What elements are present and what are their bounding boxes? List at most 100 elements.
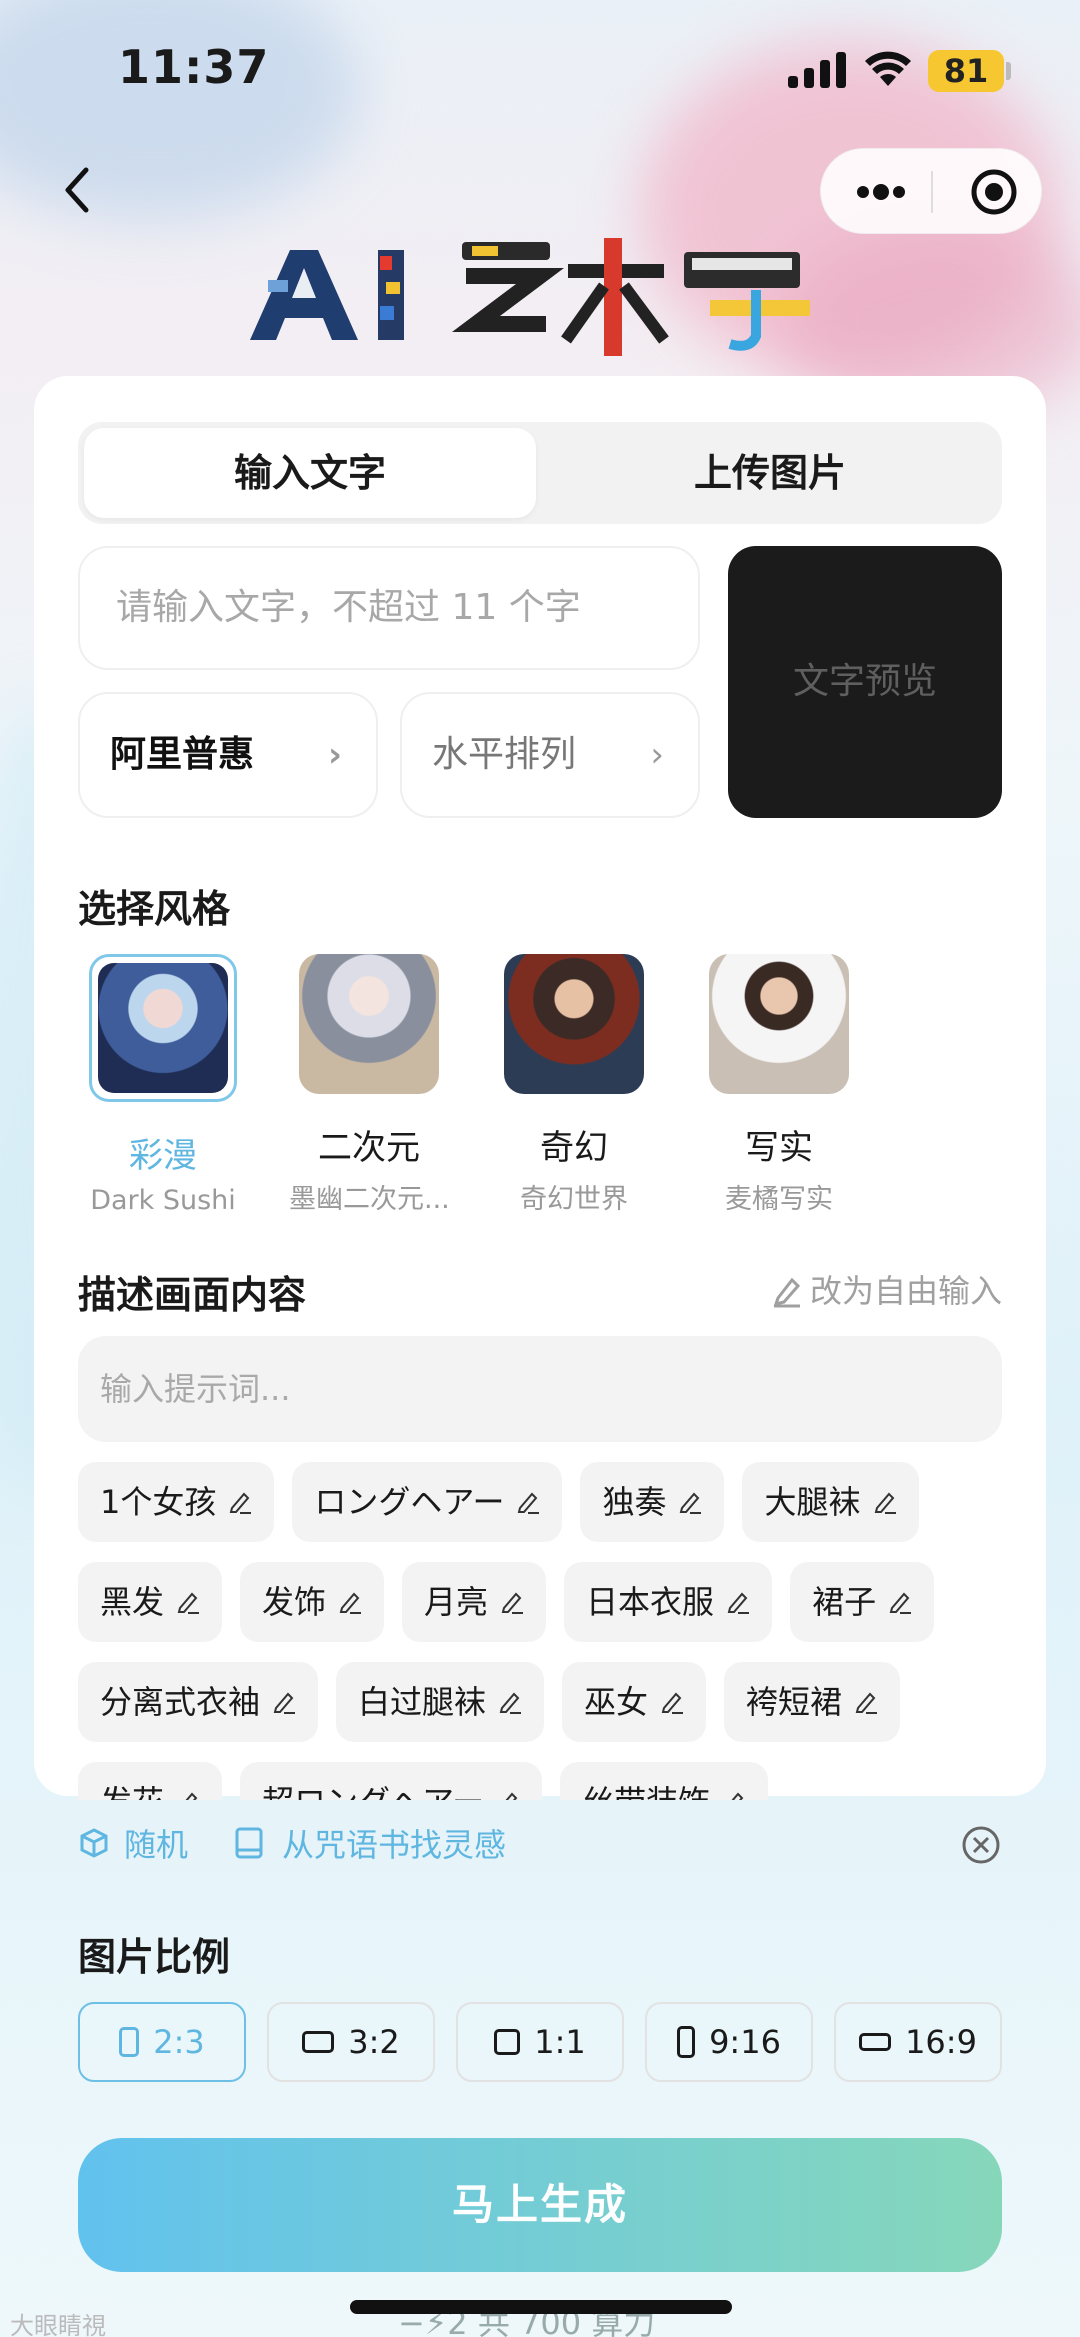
- tag-label: 白过腿袜: [358, 1683, 487, 1721]
- font-select[interactable]: 阿里普惠 ›: [78, 692, 378, 818]
- pencil-icon[interactable]: [873, 1490, 897, 1514]
- style-option-qihuan[interactable]: 奇幻 奇幻世界: [494, 954, 654, 1216]
- tab-upload-image[interactable]: 上传图片: [544, 428, 996, 518]
- generate-button[interactable]: 马上生成: [78, 2138, 1002, 2272]
- edit-icon: [773, 1277, 801, 1308]
- tag-label: 大腿袜: [764, 1483, 861, 1521]
- free-input-toggle[interactable]: 改为自由输入: [770, 1266, 1002, 1312]
- text-preview: 文字预览: [728, 546, 1002, 818]
- ratio-option-1-1[interactable]: 1:1: [456, 2002, 624, 2082]
- pencil-icon[interactable]: [678, 1490, 702, 1514]
- chevron-right-icon: ›: [650, 735, 664, 775]
- more-icon[interactable]: [855, 181, 907, 203]
- prompt-tag[interactable]: 白过腿袜: [336, 1662, 545, 1742]
- style-thumbnail: [709, 954, 849, 1094]
- prompt-tag[interactable]: 发饰: [240, 1562, 385, 1642]
- ratio-section-title: 图片比例: [78, 1935, 231, 1979]
- style-option-erciyuan[interactable]: 二次元 墨幽二次元...: [289, 954, 449, 1216]
- free-input-label: 改为自由输入: [809, 1272, 1002, 1310]
- tag-label: 1个女孩: [100, 1483, 217, 1521]
- prompt-tags: 1个女孩 ロングヘアー 独奏 大腿袜 黑发 发饰 月亮 日本衣服 裙子 分离式衣…: [78, 1462, 1002, 1800]
- prompt-tag[interactable]: 袴短裙: [724, 1662, 901, 1742]
- inspire-button[interactable]: 从咒语书找灵感: [234, 1820, 506, 1866]
- home-indicator[interactable]: [350, 2300, 732, 2314]
- pencil-icon[interactable]: [516, 1490, 540, 1514]
- tag-label: 袴短裙: [746, 1683, 843, 1721]
- wifi-icon: [865, 51, 911, 86]
- style-option-caiman[interactable]: 彩漫 Dark Sushi: [83, 954, 243, 1216]
- landscape-ratio-icon: [302, 2031, 335, 2053]
- style-thumbnail: [504, 954, 644, 1094]
- prompt-tag[interactable]: ロングヘアー: [292, 1462, 563, 1542]
- ratio-option-9-16[interactable]: 9:16: [645, 2002, 813, 2082]
- ratio-option-2-3[interactable]: 2:3: [78, 2002, 246, 2082]
- tab-input-text[interactable]: 输入文字: [84, 428, 536, 518]
- prompt-tag[interactable]: 分离式衣袖: [78, 1662, 319, 1742]
- layout-select-value: 水平排列: [432, 734, 577, 775]
- capsule-divider: [931, 171, 933, 213]
- watermark: 大眼睛視: [10, 2312, 106, 2337]
- ratio-option-3-2[interactable]: 3:2: [267, 2002, 435, 2082]
- ratio-label: 16:9: [905, 2023, 977, 2061]
- inspire-label: 从咒语书找灵感: [282, 1826, 507, 1864]
- text-input[interactable]: 请输入文字，不超过 11 个字: [78, 546, 700, 670]
- back-icon[interactable]: [52, 160, 102, 220]
- random-button[interactable]: 随机: [78, 1820, 188, 1866]
- tag-label: 月亮: [424, 1583, 489, 1621]
- pencil-icon[interactable]: [176, 1790, 200, 1800]
- pencil-icon[interactable]: [500, 1590, 524, 1614]
- tag-label: 日本衣服: [586, 1583, 715, 1621]
- pencil-icon[interactable]: [722, 1790, 746, 1800]
- prompt-tag[interactable]: 月亮: [402, 1562, 547, 1642]
- prompt-tag[interactable]: 巫女: [562, 1662, 707, 1742]
- prompt-input[interactable]: 输入提示词...: [78, 1336, 1002, 1442]
- battery-indicator: 81: [928, 50, 1004, 92]
- layout-select[interactable]: 水平排列 ›: [400, 692, 700, 818]
- ratio-label: 9:16: [709, 2023, 781, 2061]
- tag-label: 丝带装饰: [582, 1762, 710, 1800]
- random-label: 随机: [124, 1826, 189, 1864]
- ratio-option-16-9[interactable]: 16:9: [834, 2002, 1002, 2082]
- prompt-tag[interactable]: 丝带装饰: [560, 1762, 769, 1800]
- close-target-icon[interactable]: [969, 167, 1019, 217]
- pencil-icon[interactable]: [176, 1590, 200, 1614]
- prompt-tag[interactable]: 独奏: [580, 1462, 725, 1542]
- prompt-tag[interactable]: 大腿袜: [742, 1462, 919, 1542]
- tag-row: 分离式衣袖 白过腿袜 巫女 袴短裙: [78, 1662, 1002, 1742]
- prompt-tag[interactable]: 发花: [78, 1762, 223, 1800]
- tag-label: 巫女: [584, 1683, 649, 1721]
- pencil-icon[interactable]: [498, 1690, 522, 1714]
- pencil-icon[interactable]: [496, 1790, 520, 1800]
- prompt-tag[interactable]: 1个女孩: [78, 1462, 275, 1542]
- tag-label: 发花: [100, 1762, 164, 1800]
- tag-row: 发花 超ロングヘアー 丝带装饰: [78, 1762, 1002, 1800]
- prompt-tag[interactable]: 裙子: [790, 1562, 935, 1642]
- pencil-icon[interactable]: [854, 1690, 878, 1714]
- dice-icon: [80, 1828, 108, 1858]
- tag-label: ロングヘアー: [314, 1483, 505, 1521]
- tag-label: 裙子: [812, 1583, 877, 1621]
- pencil-icon[interactable]: [338, 1590, 362, 1614]
- style-name: 二次元: [318, 1128, 420, 1168]
- pencil-icon[interactable]: [272, 1690, 296, 1714]
- prompt-tag[interactable]: 日本衣服: [564, 1562, 773, 1642]
- pencil-icon[interactable]: [228, 1490, 252, 1514]
- prompt-tag[interactable]: 超ロングヘアー: [240, 1762, 543, 1800]
- style-thumbnail: [299, 954, 439, 1094]
- style-option-xieshi[interactable]: 写实 麦橘写实: [699, 954, 859, 1216]
- tag-label: 独奏: [602, 1483, 667, 1521]
- style-sub: 墨幽二次元...: [289, 1184, 449, 1215]
- ratio-label: 3:2: [348, 2023, 400, 2061]
- status-time: 11:37: [118, 40, 270, 94]
- ai-art-text-logo: [250, 238, 810, 356]
- style-section-title: 选择风格: [78, 887, 231, 931]
- font-select-value: 阿里普惠: [110, 734, 255, 775]
- style-sub: 奇幻世界: [520, 1184, 628, 1215]
- pencil-icon[interactable]: [726, 1590, 750, 1614]
- prompt-tag[interactable]: 黑发: [78, 1562, 223, 1642]
- tag-label: 超ロングヘアー: [262, 1762, 484, 1800]
- clear-circle-icon[interactable]: [960, 1824, 1002, 1866]
- pencil-icon[interactable]: [888, 1590, 912, 1614]
- tag-row: 1个女孩 ロングヘアー 独奏 大腿袜: [78, 1462, 1002, 1542]
- pencil-icon[interactable]: [660, 1690, 684, 1714]
